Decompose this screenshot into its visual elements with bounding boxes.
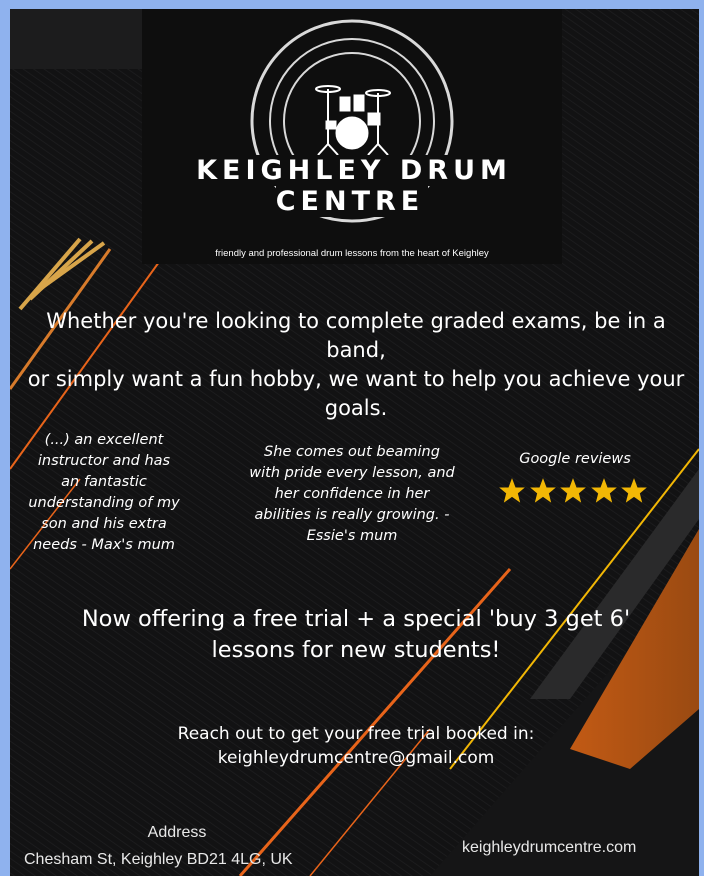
offer-line: lessons for new students! [211, 637, 501, 663]
star-icon [529, 478, 556, 503]
testimonial-line: (...) an excellent [44, 432, 164, 448]
star-icon [590, 478, 617, 503]
testimonial-max-mum: (...) an excellent instructor and has an… [16, 430, 192, 556]
star-rating [498, 477, 648, 513]
flyer: KEIGHLEY DRUM CENTRE friendly and profes… [10, 9, 699, 876]
logo: KEIGHLEY DRUM CENTRE friendly and profes… [142, 9, 562, 264]
drum-kit-icon [250, 19, 454, 223]
offer-line: Now offering a free trial + a special 'b… [81, 606, 631, 632]
street-address: Chesham St, Keighley BD21 4LG, UK [24, 851, 293, 868]
address-label: Address [147, 824, 207, 841]
offer-text: Now offering a free trial + a special 'b… [40, 604, 672, 666]
intro-line: goals. [324, 396, 388, 420]
email-address[interactable]: keighleydrumcentre@gmail.com [110, 746, 602, 770]
testimonial-line: an fantastic [61, 474, 147, 490]
testimonial-line: She comes out beaming [264, 444, 440, 460]
intro-text: Whether you're looking to complete grade… [24, 307, 688, 423]
star-icon [560, 478, 586, 503]
testimonial-line: her confidence in her [274, 486, 430, 502]
testimonial-essie-mum: She comes out beaming with pride every l… [242, 442, 462, 547]
contact-block: Reach out to get your free trial booked … [110, 722, 602, 770]
intro-line: or simply want a fun hobby, we want to h… [27, 367, 685, 391]
google-reviews-label: Google reviews [519, 451, 631, 467]
star-icon [621, 478, 647, 503]
testimonial-line: abilities is really growing. - [254, 507, 450, 523]
testimonial-line: needs - Max's mum [33, 537, 175, 553]
reach-out-text: Reach out to get your free trial booked … [177, 724, 535, 744]
intro-line: Whether you're looking to complete grade… [46, 309, 666, 362]
testimonial-line: instructor and has [37, 453, 171, 469]
testimonial-line: understanding of my [28, 495, 180, 511]
star-icon [499, 478, 525, 503]
testimonial-line: with pride every lesson, and [249, 465, 455, 481]
testimonial-line: Essie's mum [306, 528, 398, 544]
tagline: friendly and professional drum lessons f… [215, 248, 489, 259]
testimonial-line: son and his extra [41, 516, 167, 532]
website-link[interactable]: keighleydrumcentre.com [462, 839, 682, 857]
brand-name: KEIGHLEY DRUM CENTRE [142, 155, 562, 217]
